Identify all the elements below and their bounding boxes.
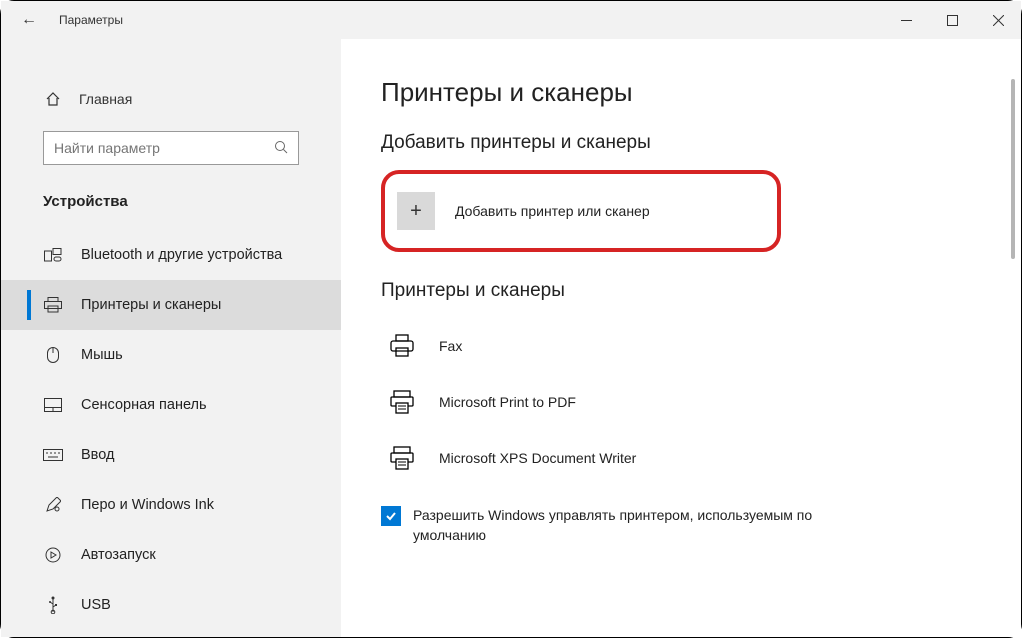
sidebar-item-pen[interactable]: Перо и Windows Ink (1, 480, 341, 530)
category-title: Устройства (1, 183, 341, 230)
home-label: Главная (79, 91, 132, 107)
sidebar-item-label: USB (81, 597, 111, 613)
maximize-button[interactable] (929, 1, 975, 39)
window-title: Параметры (59, 13, 123, 27)
sidebar-item-usb[interactable]: USB (1, 580, 341, 630)
search-box[interactable] (43, 131, 299, 165)
printer-item-xps[interactable]: Microsoft XPS Document Writer (381, 430, 1001, 486)
content-area: Принтеры и сканеры Добавить принтеры и с… (341, 39, 1021, 637)
close-button[interactable] (975, 1, 1021, 39)
highlight-annotation: + Добавить принтер или сканер (381, 170, 781, 252)
section-list-title: Принтеры и сканеры (381, 280, 1001, 302)
printer-item-pdf[interactable]: Microsoft Print to PDF (381, 374, 1001, 430)
settings-window: ← Параметры Главная (1, 1, 1021, 637)
sidebar: Главная Устройства Bluetooth и другие ус… (1, 39, 341, 637)
sidebar-item-label: Мышь (81, 347, 123, 363)
sidebar-item-label: Сенсорная панель (81, 397, 207, 413)
home-link[interactable]: Главная (1, 79, 341, 119)
add-printer-label: Добавить принтер или сканер (455, 203, 650, 219)
print-to-file-icon (387, 443, 417, 473)
window-controls (883, 1, 1021, 39)
checkbox-checked-icon[interactable] (381, 506, 401, 526)
printer-icon (43, 297, 63, 313)
sidebar-item-label: Перо и Windows Ink (81, 497, 214, 513)
search-icon (274, 140, 288, 157)
printer-label: Microsoft XPS Document Writer (439, 450, 636, 466)
printer-label: Fax (439, 338, 462, 354)
sidebar-item-typing[interactable]: Ввод (1, 430, 341, 480)
keyboard-icon (43, 449, 63, 461)
body-area: Главная Устройства Bluetooth и другие ус… (1, 39, 1021, 637)
section-add-title: Добавить принтеры и сканеры (381, 132, 1001, 154)
default-printer-checkbox-row[interactable]: Разрешить Windows управлять принтером, и… (381, 506, 1001, 549)
sidebar-item-bluetooth[interactable]: Bluetooth и другие устройства (1, 230, 341, 280)
autoplay-icon (43, 547, 63, 563)
titlebar: ← Параметры (1, 1, 1021, 39)
bluetooth-devices-icon (43, 248, 63, 262)
sidebar-item-autoplay[interactable]: Автозапуск (1, 530, 341, 580)
scrollbar-thumb[interactable] (1011, 79, 1015, 259)
plus-icon: + (397, 192, 435, 230)
home-icon (43, 91, 63, 107)
sidebar-item-label: Bluetooth и другие устройства (81, 247, 282, 263)
search-input[interactable] (54, 140, 274, 156)
usb-icon (43, 596, 63, 614)
sidebar-item-touchpad[interactable]: Сенсорная панель (1, 380, 341, 430)
sidebar-item-mouse[interactable]: Мышь (1, 330, 341, 380)
printer-list: Fax Microsoft Print to PDF Microsoft XPS… (381, 318, 1001, 486)
mouse-icon (43, 347, 63, 363)
sidebar-item-printers[interactable]: Принтеры и сканеры (1, 280, 341, 330)
sidebar-item-label: Автозапуск (81, 547, 156, 563)
print-to-file-icon (387, 387, 417, 417)
pen-icon (43, 497, 63, 513)
printer-label: Microsoft Print to PDF (439, 394, 576, 410)
sidebar-item-label: Принтеры и сканеры (81, 297, 221, 313)
scrollbar[interactable] (1011, 79, 1015, 621)
fax-icon (387, 331, 417, 361)
back-button[interactable]: ← (21, 11, 37, 29)
printer-item-fax[interactable]: Fax (381, 318, 1001, 374)
page-title: Принтеры и сканеры (381, 77, 1001, 108)
nav-list: Bluetooth и другие устройства Принтеры и… (1, 230, 341, 630)
touchpad-icon (43, 398, 63, 412)
sidebar-item-label: Ввод (81, 447, 114, 463)
checkbox-label: Разрешить Windows управлять принтером, и… (413, 506, 853, 545)
add-printer-button[interactable]: + Добавить принтер или сканер (393, 182, 769, 240)
minimize-button[interactable] (883, 1, 929, 39)
